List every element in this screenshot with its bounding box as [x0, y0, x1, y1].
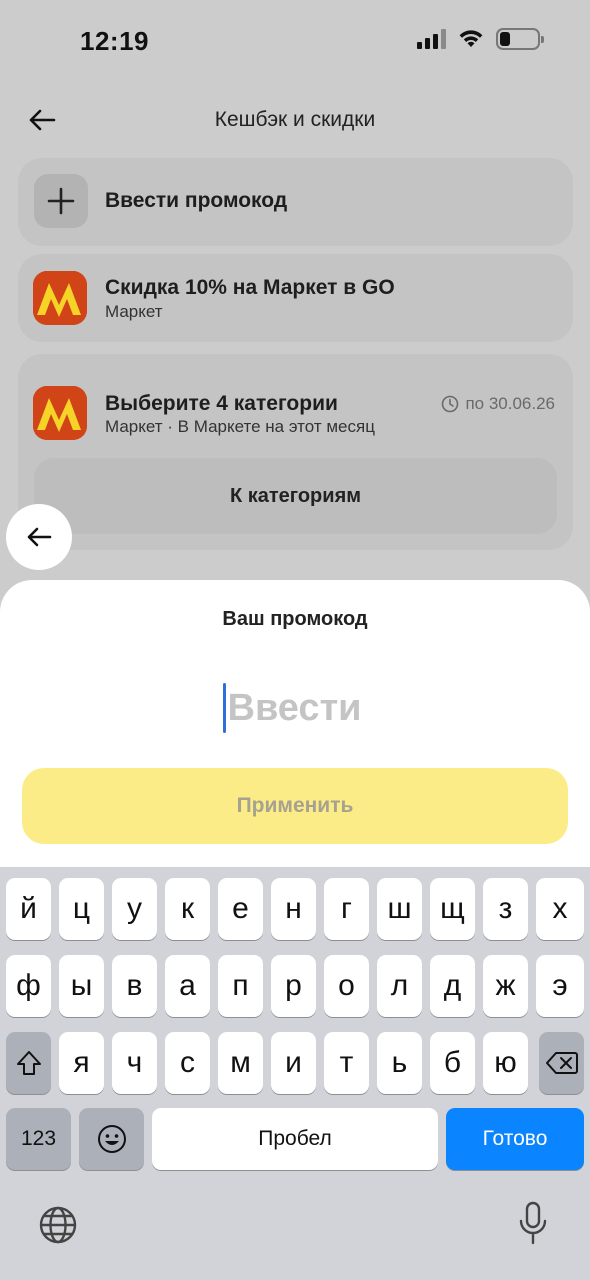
- key[interactable]: т: [324, 1032, 369, 1094]
- key[interactable]: и: [271, 1032, 316, 1094]
- categories-card: Выберите 4 категории Маркет · В Маркете …: [18, 354, 573, 550]
- key[interactable]: б: [430, 1032, 475, 1094]
- discount-title: Скидка 10% на Маркет в GO: [105, 276, 395, 299]
- emoji-icon: [97, 1125, 126, 1153]
- enter-promo-card[interactable]: Ввести промокод: [18, 158, 573, 246]
- cellular-signal-icon: [417, 29, 446, 49]
- enter-promo-label: Ввести промокод: [105, 189, 288, 212]
- market-logo-icon: [33, 271, 87, 325]
- key[interactable]: е: [218, 878, 263, 940]
- market-logo-icon: [33, 386, 87, 440]
- keyboard-bottom-bar: [0, 1183, 590, 1280]
- key[interactable]: н: [271, 878, 316, 940]
- globe-icon[interactable]: [38, 1205, 78, 1245]
- emoji-key[interactable]: [79, 1108, 144, 1170]
- key[interactable]: г: [324, 878, 369, 940]
- key[interactable]: у: [112, 878, 157, 940]
- sheet-title: Ваш промокод: [222, 608, 368, 630]
- nav-header: Кешбэк и скидки: [0, 92, 590, 148]
- key[interactable]: л: [377, 955, 422, 1017]
- key[interactable]: р: [271, 955, 316, 1017]
- promo-input-wrap: [0, 676, 590, 740]
- keyboard-row-2: ф ы в а п р о л д ж э: [0, 955, 590, 1017]
- key[interactable]: ч: [112, 1032, 157, 1094]
- promo-input[interactable]: [227, 686, 368, 730]
- shift-key[interactable]: [6, 1032, 51, 1094]
- to-categories-button[interactable]: К категориям: [34, 458, 557, 534]
- apply-button[interactable]: Применить: [22, 768, 568, 844]
- key[interactable]: п: [218, 955, 263, 1017]
- key[interactable]: а: [165, 955, 210, 1017]
- backspace-icon: [545, 1052, 578, 1074]
- space-key[interactable]: Пробел: [152, 1108, 438, 1170]
- key[interactable]: ы: [59, 955, 104, 1017]
- key[interactable]: х: [536, 878, 584, 940]
- keyboard: й ц у к е н г ш щ з х ф ы в а п р о л д …: [0, 867, 590, 1280]
- key[interactable]: к: [165, 878, 210, 940]
- key[interactable]: д: [430, 955, 475, 1017]
- key[interactable]: й: [6, 878, 51, 940]
- text-caret: [222, 683, 226, 733]
- background-page: 12:19 Кешбэк и скидки Ввести промокод Ск…: [0, 0, 590, 600]
- plus-icon: [34, 174, 88, 228]
- promo-sheet: Ваш промокод Применить: [0, 580, 590, 870]
- key[interactable]: в: [112, 955, 157, 1017]
- key[interactable]: ь: [377, 1032, 422, 1094]
- shift-icon: [16, 1051, 41, 1075]
- key[interactable]: щ: [430, 878, 475, 940]
- status-bar: 12:19: [0, 0, 590, 80]
- backspace-key[interactable]: [539, 1032, 584, 1094]
- page-title: Кешбэк и скидки: [214, 108, 376, 131]
- keyboard-row-4: 123 Пробел Готово: [0, 1108, 590, 1170]
- categories-title: Выберите 4 категории: [105, 392, 338, 415]
- key[interactable]: м: [218, 1032, 263, 1094]
- discount-card[interactable]: Скидка 10% на Маркет в GO Маркет: [18, 254, 573, 342]
- key[interactable]: э: [536, 955, 584, 1017]
- done-key[interactable]: Готово: [446, 1108, 584, 1170]
- status-time: 12:19: [80, 26, 149, 56]
- deadline: по 30.06.26: [441, 394, 555, 414]
- discount-subtitle: Маркет: [105, 302, 163, 321]
- keyboard-row-3: я ч с м и т ь б ю: [0, 1032, 590, 1094]
- categories-subtitle: Маркет · В Маркете на этот месяц: [105, 417, 375, 436]
- arrow-left-icon: [27, 527, 52, 547]
- key[interactable]: ф: [6, 955, 51, 1017]
- wifi-icon: [459, 30, 483, 47]
- status-icons: [417, 28, 544, 50]
- key[interactable]: з: [483, 878, 528, 940]
- key[interactable]: я: [59, 1032, 104, 1094]
- key[interactable]: ж: [483, 955, 528, 1017]
- key[interactable]: ю: [483, 1032, 528, 1094]
- key[interactable]: ш: [377, 878, 422, 940]
- key[interactable]: с: [165, 1032, 210, 1094]
- battery-icon: [496, 28, 544, 50]
- key[interactable]: ц: [59, 878, 104, 940]
- keyboard-row-1: й ц у к е н г ш щ з х: [0, 878, 590, 940]
- sheet-back-button[interactable]: [6, 504, 72, 570]
- numbers-key[interactable]: 123: [6, 1108, 71, 1170]
- key[interactable]: о: [324, 955, 369, 1017]
- deadline-text: по 30.06.26: [465, 394, 555, 413]
- clock-icon: [442, 395, 459, 413]
- microphone-icon[interactable]: [518, 1201, 548, 1245]
